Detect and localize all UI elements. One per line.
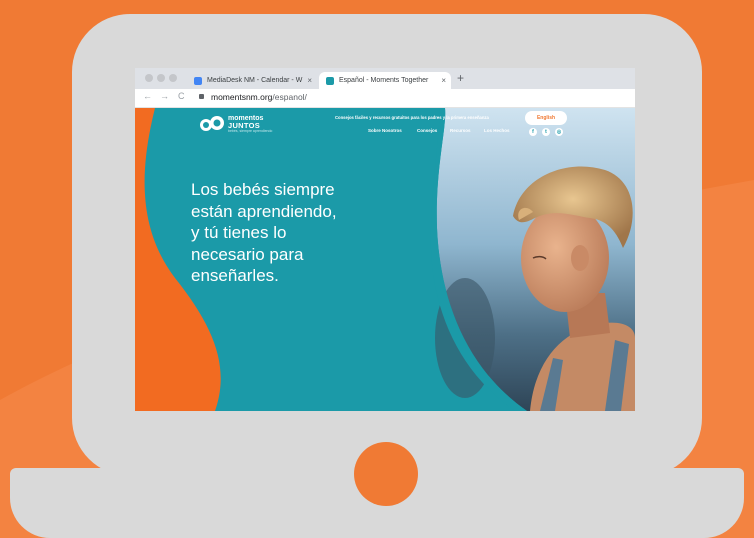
address-host: momentsnm.org [211,92,273,102]
tab-close-icon[interactable]: × [441,76,446,85]
address-path: /espanol/ [272,92,307,102]
browser-tab-strip: MediaDesk NM - Calendar - W × Español - … [135,68,635,89]
site-favicon-icon [326,76,334,85]
nav-link-los-hechos[interactable]: Los Hechos [484,128,510,133]
headline-line: necesario para [191,244,304,264]
headline-line: están aprendiendo, [191,201,337,221]
reload-icon[interactable]: C [178,91,185,101]
site-tagline: Consejos fáciles y recursos gratuitos pa… [335,115,489,120]
website-hero: momentos JUNTOS bebés, siempre aprendien… [135,108,635,411]
calendar-favicon-icon [194,76,202,85]
headline-line: Los bebés siempre [191,180,335,199]
laptop-screen: MediaDesk NM - Calendar - W × Español - … [135,68,635,411]
back-arrow-icon[interactable]: ← [143,91,152,101]
english-language-button[interactable]: English [525,111,567,125]
facebook-icon[interactable]: f [529,128,537,136]
browser-tab-calendar[interactable]: MediaDesk NM - Calendar - W × [187,72,317,89]
instagram-icon[interactable]: ◎ [555,128,563,136]
tab-label: Español - Moments Together [339,77,429,84]
tab-close-icon[interactable]: × [307,76,312,85]
logo-tagline: bebés, siempre aprendiendo [228,128,273,133]
moments-logo-icon [200,116,224,131]
power-button [354,442,418,506]
lock-icon [199,94,204,99]
new-tab-button[interactable]: + [457,71,464,85]
twitter-icon[interactable]: t [542,128,550,136]
browser-tab-espanol[interactable]: Español - Moments Together × [319,72,451,89]
window-close-dot[interactable] [145,74,153,82]
site-logo[interactable]: momentos JUNTOS bebés, siempre aprendien… [199,115,272,133]
forward-arrow-icon[interactable]: → [160,91,169,101]
nav-link-sobre-nosotros[interactable]: Sobre Nosotros [368,128,402,133]
headline-line: enseñarles. [191,266,279,285]
window-zoom-dot[interactable] [169,74,177,82]
browser-toolbar: ← → C momentsnm.org/espanol/ [135,89,635,108]
nav-link-recursos[interactable]: Recursos [450,128,471,133]
nav-link-consejos[interactable]: Consejos [417,128,437,133]
hero-headline: Los bebés siempre están aprendiendo, y t… [191,179,391,287]
tab-label: MediaDesk NM - Calendar - W [207,77,303,84]
headline-line: y tú tienes lo [191,223,287,242]
address-bar[interactable]: momentsnm.org/espanol/ [211,92,307,102]
window-minimize-dot[interactable] [157,74,165,82]
